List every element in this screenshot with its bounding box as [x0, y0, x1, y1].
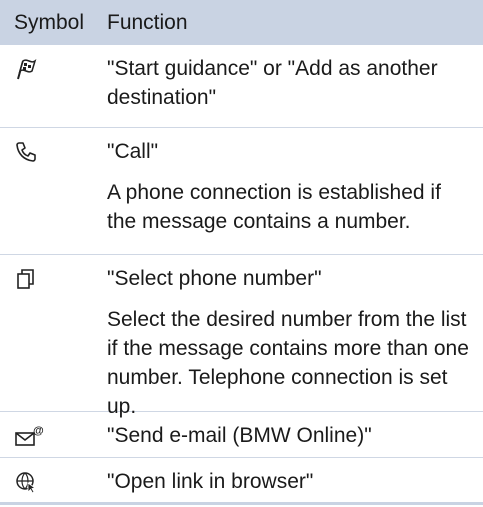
- email-at-icon: @: [0, 412, 107, 457]
- function-note: A phone connection is established if the…: [107, 181, 441, 233]
- table-row: "Call" A phone connection is established…: [0, 128, 483, 255]
- function-label: "Call": [107, 140, 159, 163]
- function-label: "Select phone number": [107, 267, 322, 290]
- function-cell: "Select phone number" Select the desired…: [107, 255, 483, 418]
- function-cell: "Send e-mail (BMW Online)": [107, 412, 483, 457]
- svg-text:@: @: [33, 425, 44, 437]
- function-label: "Start guidance" or "Add as another dest…: [107, 57, 438, 109]
- header-symbol: Symbol: [14, 10, 85, 34]
- header-function: Function: [107, 10, 188, 34]
- phone-handset-icon: [0, 128, 107, 254]
- globe-cursor-icon: [0, 458, 107, 502]
- phone-list-icon: [0, 255, 107, 411]
- table-row: @ "Send e-mail (BMW Online)": [0, 412, 483, 458]
- function-label: "Send e-mail (BMW Online)": [107, 424, 372, 447]
- destination-flag-icon: [0, 45, 107, 127]
- table-row: "Select phone number" Select the desired…: [0, 255, 483, 418]
- table-row: "Start guidance" or "Add as another dest…: [0, 45, 483, 128]
- table-header: Symbol Function: [0, 0, 483, 45]
- function-note: Select the desired number from the list …: [107, 308, 469, 418]
- function-cell: "Start guidance" or "Add as another dest…: [107, 45, 483, 127]
- function-cell: "Call" A phone connection is established…: [107, 128, 483, 254]
- function-label: "Open link in browser": [107, 470, 314, 493]
- table-row: "Open link in browser": [0, 458, 483, 505]
- symbol-function-table: Symbol Function "Start guidance" or "Add…: [0, 0, 483, 505]
- function-cell: "Open link in browser": [107, 458, 483, 502]
